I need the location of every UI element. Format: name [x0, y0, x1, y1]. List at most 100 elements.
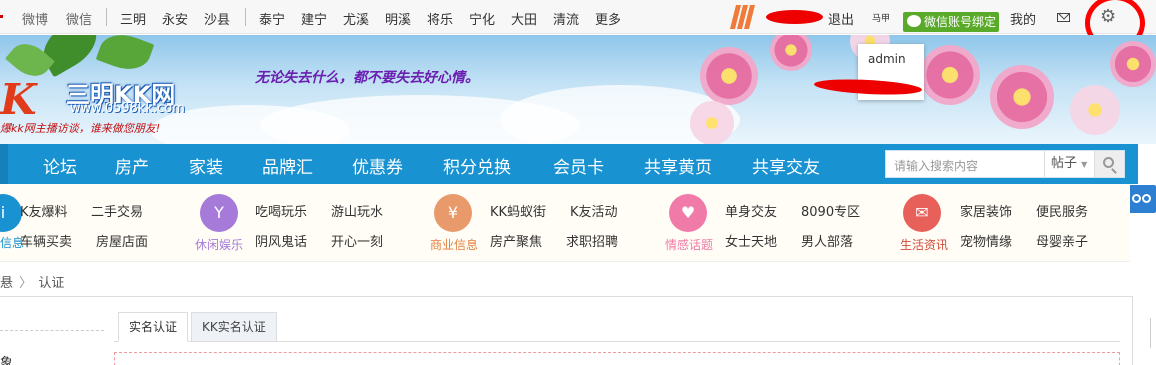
scrollbar[interactable]: [1150, 318, 1156, 348]
info-icon[interactable]: i: [0, 194, 22, 232]
category-link[interactable]: 房产聚焦: [490, 231, 542, 250]
wechat-icon: [907, 15, 921, 27]
nav-item[interactable]: 优惠券: [352, 153, 403, 178]
nav-item[interactable]: 积分兑换: [443, 153, 511, 178]
search-scope-select[interactable]: 帖子 ▼: [1044, 151, 1094, 177]
category-label[interactable]: 生活资讯: [900, 236, 948, 253]
more-cities-link[interactable]: 更多: [595, 9, 621, 28]
logo-slogan: 爆kk网主播访谈，谁来做您朋友!: [0, 122, 161, 135]
weixin-link[interactable]: 微信: [66, 9, 92, 28]
left-menu-label[interactable]: 象: [0, 352, 13, 365]
breadcrumb-separator: 〉: [19, 276, 33, 291]
page: 微博 微信 三明 永安 沙县 泰宁 建宁 尤溪 明溪 将乐 宁化 大田 清流 更…: [0, 0, 1156, 365]
category-link[interactable]: 单身交友: [725, 201, 777, 220]
city-link[interactable]: 大田: [511, 9, 537, 28]
category-link[interactable]: 二手交易: [91, 201, 143, 220]
envelope-icon[interactable]: ✉: [903, 194, 941, 232]
divider: [106, 8, 107, 26]
city-link[interactable]: 沙县: [204, 9, 230, 28]
user-small-icon: 马甲: [872, 14, 891, 24]
dropdown-username[interactable]: admin: [868, 52, 906, 66]
nav-item[interactable]: 共享黄页: [644, 153, 712, 178]
chevron-down-icon: ▼: [1081, 160, 1088, 169]
nav-item[interactable]: 共享交友: [752, 153, 820, 178]
divider: [245, 8, 246, 26]
nav-item[interactable]: 论坛: [43, 153, 77, 178]
wechat-bind-label: 微信账号绑定: [924, 15, 997, 29]
banner: K 三明KK网 www.0598kk.com 爆kk网主播访谈，谁来做您朋友! …: [0, 35, 1156, 144]
city-link[interactable]: 将乐: [427, 9, 453, 28]
breadcrumb: 悬 〉 认证: [0, 272, 64, 291]
flower: [1070, 85, 1120, 135]
nav-edge: [0, 144, 8, 184]
category-link[interactable]: 家居装饰: [960, 201, 1012, 220]
category-link[interactable]: K友爆料: [20, 201, 68, 220]
logout-link[interactable]: 退出: [828, 9, 854, 28]
category-link[interactable]: 宠物情缘: [960, 231, 1012, 250]
logo-mark: K: [0, 75, 36, 124]
tab-real-name[interactable]: 实名认证: [118, 312, 189, 342]
category-link[interactable]: 游山玩水: [331, 201, 383, 220]
city-link[interactable]: 尤溪: [343, 9, 369, 28]
nav-item[interactable]: 家装: [189, 153, 223, 178]
flower: [990, 65, 1054, 129]
heart-icon[interactable]: ♥: [669, 194, 707, 232]
breadcrumb-current: 认证: [38, 276, 65, 291]
nav-item[interactable]: 房产: [115, 153, 149, 178]
city-link[interactable]: 三明: [120, 9, 146, 28]
category-link[interactable]: 吃喝玩乐: [255, 201, 307, 220]
flower: [690, 101, 734, 144]
city-link[interactable]: 清流: [553, 9, 579, 28]
category-link[interactable]: 男人部落: [801, 231, 853, 250]
banner-motto: 无论失去什么，都不要失去好心情。: [255, 70, 479, 86]
weibo-link[interactable]: 微博: [22, 9, 48, 28]
stripes-logo-icon: [730, 5, 755, 29]
category-link[interactable]: 阴风鬼话: [255, 231, 307, 250]
category-label[interactable]: 情感话题: [665, 236, 713, 253]
search-input[interactable]: 请输入搜索内容: [894, 157, 978, 174]
cocktail-icon[interactable]: Y: [200, 194, 238, 232]
category-link[interactable]: K友活动: [570, 201, 618, 220]
search-icon: [1103, 157, 1114, 168]
nav-item[interactable]: 会员卡: [553, 153, 604, 178]
wechat-bind-button[interactable]: 微信账号绑定: [903, 12, 999, 32]
side-share-button[interactable]: [1128, 185, 1156, 213]
form-area: [114, 352, 1120, 365]
flower: [1110, 41, 1156, 87]
category-link[interactable]: 车辆买卖: [20, 231, 72, 250]
city-link[interactable]: 宁化: [469, 9, 495, 28]
mine-link[interactable]: 我的: [1010, 9, 1036, 28]
flower: [770, 35, 812, 71]
category-label[interactable]: 休闲娱乐: [195, 236, 243, 253]
category-link[interactable]: 母婴亲子: [1036, 231, 1088, 250]
category-label[interactable]: 商业信息: [430, 236, 478, 253]
left-divider: [0, 330, 104, 331]
flower: [920, 45, 980, 105]
nav-item[interactable]: 品牌汇: [262, 153, 313, 178]
category-link[interactable]: 房屋店面: [96, 231, 148, 250]
share-icon: [1132, 194, 1141, 203]
share-icon: [1142, 194, 1151, 203]
city-link[interactable]: 永安: [162, 9, 188, 28]
mail-icon[interactable]: [1057, 13, 1070, 22]
search-scope-label: 帖子: [1051, 156, 1078, 171]
city-link[interactable]: 明溪: [385, 9, 411, 28]
category-link[interactable]: KK蚂蚁街: [490, 201, 546, 220]
breadcrumb-home[interactable]: 悬: [0, 276, 13, 291]
flower: [700, 47, 758, 105]
fork-knife-icon[interactable]: ¥: [434, 194, 472, 232]
category-link[interactable]: 开心一刻: [331, 231, 383, 250]
tab-kk-real-name[interactable]: KK实名认证: [191, 312, 277, 342]
search-box: 请输入搜索内容 帖子 ▼: [885, 150, 1125, 178]
city-link[interactable]: 建宁: [301, 9, 327, 28]
category-panel: i 信息 K友爆料 二手交易 车辆买卖 房屋店面 Y 休闲娱乐 吃喝玩乐 游山玩…: [0, 184, 1130, 262]
category-link[interactable]: 便民服务: [1036, 201, 1088, 220]
category-link[interactable]: 女士天地: [725, 231, 777, 250]
category-link[interactable]: 求职招聘: [566, 231, 618, 250]
search-button[interactable]: [1094, 151, 1124, 177]
category-link[interactable]: 8090专区: [801, 201, 860, 220]
brand-dot: [0, 15, 3, 18]
logo-url: www.0598kk.com: [70, 101, 185, 116]
city-link[interactable]: 泰宁: [259, 9, 285, 28]
top-bar: 微博 微信 三明 永安 沙县 泰宁 建宁 尤溪 明溪 将乐 宁化 大田 清流 更…: [0, 0, 1156, 34]
